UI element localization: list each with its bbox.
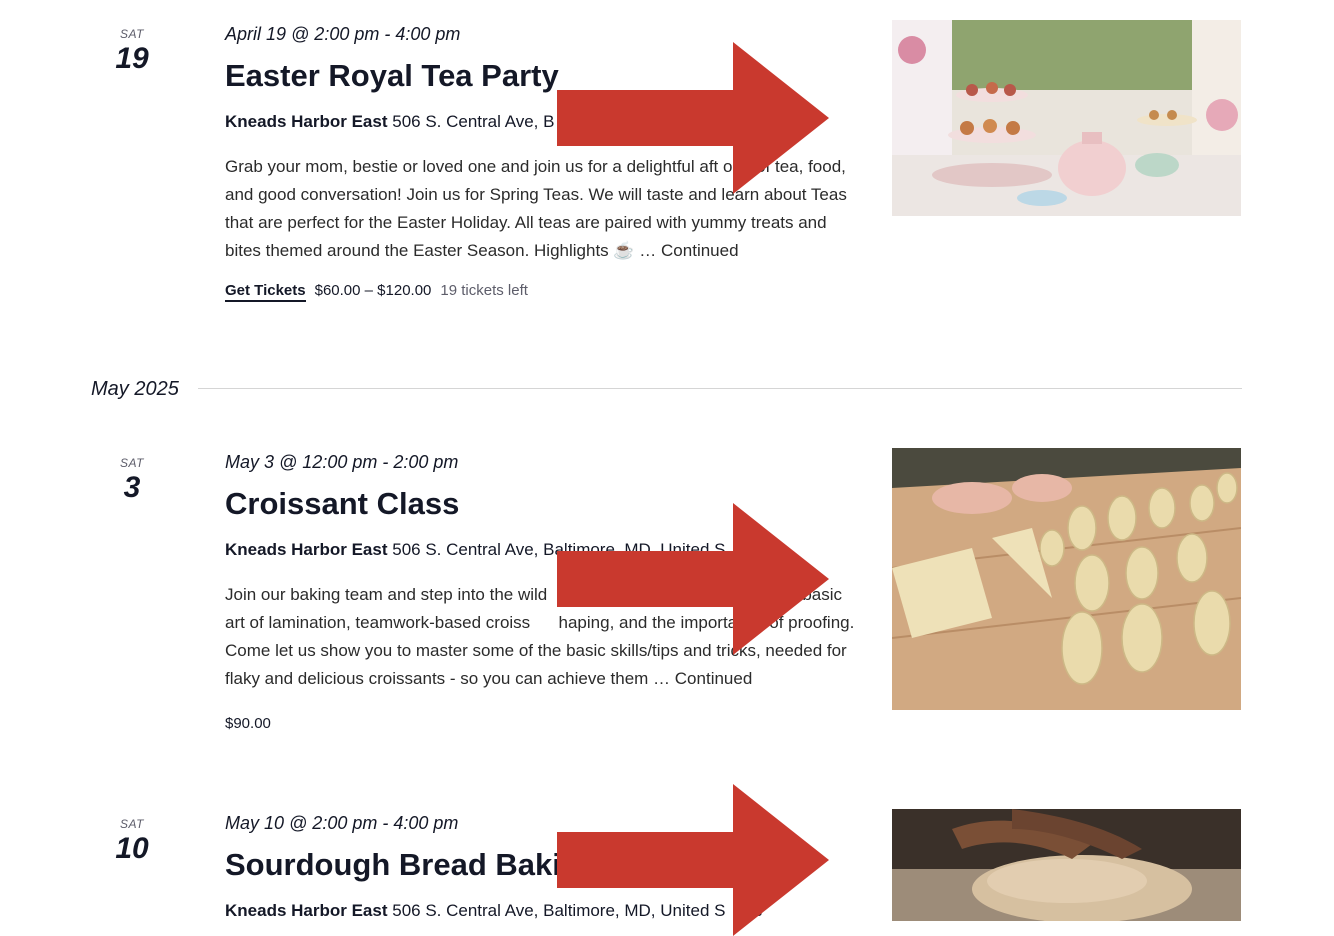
month-divider [198, 388, 1242, 389]
event-cost: Get Tickets $60.00 – $120.00 19 tickets … [225, 282, 855, 302]
event-day: 10 [115, 832, 149, 865]
event-weekday: SAT [120, 27, 144, 41]
event-weekday: SAT [120, 817, 144, 831]
venue-address: 506 S. Central Ave, B [392, 112, 555, 131]
arrow-right-icon [557, 503, 829, 655]
event-date: SAT 10 [92, 817, 172, 865]
continued-link[interactable]: Continued [675, 669, 753, 688]
event-image-croissants[interactable] [892, 448, 1241, 710]
event-image-tea-party[interactable] [892, 20, 1241, 216]
month-label: May 2025 [91, 378, 179, 400]
event-day: 3 [123, 471, 141, 504]
continued-link[interactable]: Continued [661, 241, 739, 260]
event-day: 19 [115, 42, 149, 75]
venue-name: Kneads Harbor East [225, 540, 388, 559]
event-price: $90.00 [225, 715, 271, 732]
event-datetime: May 3 @ 12:00 pm - 2:00 pm [225, 452, 459, 472]
venue-name: Kneads Harbor East [225, 112, 388, 131]
event-price: $60.00 – $120.00 [314, 282, 432, 299]
event-weekday: SAT [120, 456, 144, 470]
event-date: SAT 3 [92, 456, 172, 504]
event-date: SAT 19 [92, 27, 172, 75]
arrow-right-icon [557, 784, 829, 936]
arrow-right-icon [557, 42, 829, 194]
month-separator: May 2025 [0, 374, 1334, 404]
venue-name: Kneads Harbor East [225, 901, 388, 920]
get-tickets-link[interactable]: Get Tickets [225, 282, 306, 302]
tickets-left: 19 tickets left [440, 282, 528, 299]
event-image-sourdough[interactable] [892, 809, 1241, 921]
